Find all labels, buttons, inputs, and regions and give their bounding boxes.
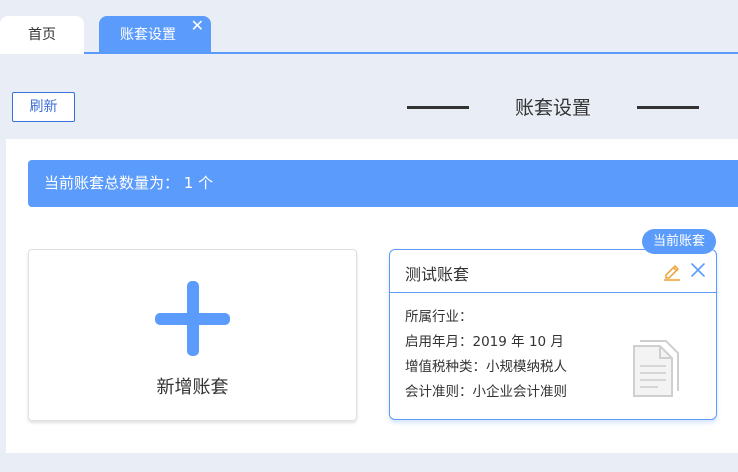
add-ledger-label: 新增账套 [156,377,229,398]
tab-home-label: 首页 [28,27,56,43]
ledger-count-bar: 当前账套总数量为： 1 个 [28,160,738,207]
tab-home[interactable]: 首页 [0,16,84,54]
tab-ledger-settings[interactable]: 账套设置 ✕ [99,16,211,54]
plus-icon [155,281,230,356]
start-date-row: 启用年月：2019 年 10 月 [405,334,564,350]
tab-ledger-settings-label: 账套设置 [120,27,176,43]
ledger-info-list: 所属行业： 启用年月：2019 年 10 月 增值税种类：小规模纳税人 会计准则… [405,305,567,405]
tab-close-icon[interactable]: ✕ [191,7,204,45]
close-icon[interactable] [689,261,707,279]
document-icon [633,340,679,397]
industry-row: 所属行业： [405,309,473,325]
refresh-button[interactable]: 刷新 [12,92,75,122]
ledger-card[interactable]: 测试账套 所属行业： 启用年月：2019 年 10 月 增值税种类：小规模纳税人… [389,249,717,420]
vat-type-row: 增值税种类：小规模纳税人 [405,359,567,375]
title-divider-left [407,106,469,109]
ledger-card-header: 测试账套 [390,250,716,293]
title-divider-right [637,106,699,109]
current-ledger-badge: 当前账套 [642,229,716,254]
edit-icon[interactable] [662,261,682,281]
ledger-name: 测试账套 [405,265,470,284]
tab-bar: 首页 账套设置 ✕ [0,0,738,54]
page-title: 账套设置 [514,97,591,119]
add-ledger-card[interactable]: 新增账套 [28,249,357,421]
accounting-standard-row: 会计准则：小企业会计准则 [405,384,567,400]
